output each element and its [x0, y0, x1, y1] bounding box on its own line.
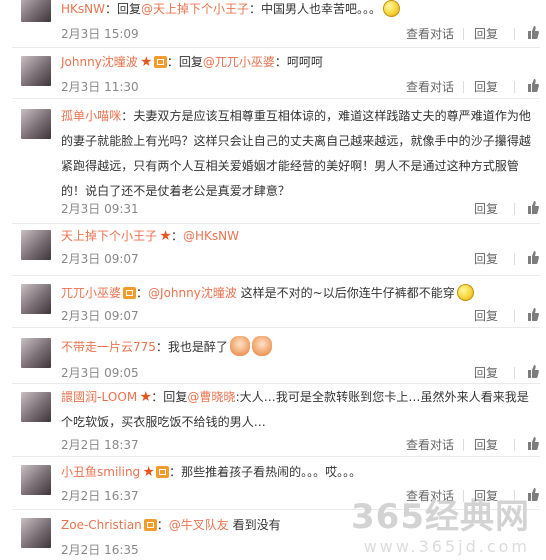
reply-link[interactable]: 回复	[474, 25, 498, 42]
action-divider	[514, 310, 515, 322]
reply-link[interactable]: 回复	[474, 436, 498, 453]
cheers-emoji	[229, 336, 250, 356]
comment-time: 2月3日 09:07	[61, 309, 139, 323]
member-star-icon[interactable]	[140, 391, 152, 402]
comment-username[interactable]: Zoe-Christian	[61, 518, 142, 532]
comment-time: 2月3日 15:09	[61, 27, 139, 41]
thumbs-up-icon[interactable]	[528, 308, 539, 321]
action-divider	[463, 28, 464, 40]
comment-username[interactable]: 譞國润-LOOM	[61, 390, 137, 404]
comment-mention[interactable]: @HKsNW	[183, 229, 239, 243]
action-divider	[514, 28, 515, 40]
avatar[interactable]	[21, 465, 51, 495]
comment-username[interactable]: HKsNW	[61, 2, 105, 16]
action-divider	[514, 253, 515, 265]
comment-username[interactable]: 兀兀小巫婆	[61, 286, 121, 300]
comment-text: ：	[156, 518, 169, 532]
comment-mention[interactable]: @天上掉下个小王子	[141, 2, 249, 16]
comment-text: ：回复	[151, 390, 188, 404]
action-divider	[514, 81, 515, 93]
comment-mention[interactable]: @Johnny沈曈波	[148, 286, 237, 300]
comment-text: ：夫妻双方是应该互相尊重互相体谅的，难道这样践踏丈夫的尊严难道作为他的妻子就能脸…	[61, 109, 531, 198]
avatar[interactable]	[21, 56, 51, 86]
comment-time: 2月3日 09:31	[61, 202, 139, 216]
comment-item: 不带走一片云775：我也是醉了 2月3日 09:05 回复	[0, 328, 546, 383]
view-conversation-link[interactable]: 查看对话	[406, 436, 454, 453]
avatar[interactable]	[21, 0, 51, 22]
comment-time: 2月3日 09:07	[61, 252, 139, 266]
comment-username[interactable]: Johnny沈曈波	[61, 55, 138, 69]
vip-badge-icon[interactable]	[123, 287, 137, 299]
reply-link[interactable]: 回复	[474, 307, 498, 324]
comment-username[interactable]: 小丑鱼smiling	[61, 465, 140, 479]
comment-item: 譞國润-LOOM ：回复@曹晓晓:大人…我可是全款转账到您卡上…虽然外来人看来我是…	[0, 384, 546, 456]
member-star-icon[interactable]	[160, 230, 171, 241]
site-watermark-url: www.365jd.com	[363, 537, 530, 556]
comment-item: 孤单小喵咪：夫妻双方是应该互相尊重互相体谅的，难道这样践踏丈夫的尊严难道作为他的…	[0, 99, 546, 224]
comment-text: ：那些推着孩子看热闹的。。。哎。。。	[169, 465, 362, 479]
vip-badge-icon[interactable]	[153, 56, 167, 68]
comment-text: ：回复	[166, 55, 203, 69]
reply-link[interactable]: 回复	[474, 78, 498, 95]
comment-text-after: ：呵呵呵	[274, 55, 323, 69]
comment-text-after: 看到没有	[228, 518, 281, 532]
action-divider	[463, 81, 464, 93]
comment-text-after: ：中国男人也幸苦吧。。。	[249, 2, 382, 16]
comment-item: 天上掉下个小王子 ：@HKsNW 2月3日 09:07 回复	[0, 224, 546, 274]
thumbs-up-icon[interactable]	[528, 251, 539, 264]
comment-item: 兀兀小巫婆 ：@Johnny沈曈波 这样是不对的~以后你连牛仔裤都不能穿 2月3日…	[0, 276, 546, 326]
comment-text: ：回复	[105, 2, 142, 16]
comment-text-after: 这样是不对的~以后你连牛仔裤都不能穿	[236, 286, 455, 300]
view-conversation-link[interactable]: 查看对话	[406, 78, 454, 95]
comment-time: 2月2日 16:37	[61, 489, 139, 503]
comment-mention[interactable]: @兀兀小巫婆	[203, 55, 275, 69]
vip-badge-icon[interactable]	[156, 466, 170, 478]
comment-item: Johnny沈曈波 ：回复@兀兀小巫婆：呵呵呵 2月3日 11:30 查看对话 回…	[0, 48, 546, 98]
action-divider	[463, 439, 464, 451]
comment-time: 2月3日 09:05	[61, 366, 139, 380]
comment-text: ：	[136, 286, 149, 300]
reply-link[interactable]: 回复	[474, 250, 498, 267]
cheers-emoji	[251, 336, 272, 356]
thumbs-up-icon[interactable]	[528, 201, 539, 214]
site-watermark: 365经典网	[351, 497, 530, 537]
thumbs-up-icon[interactable]	[528, 437, 539, 450]
thumbs-up-icon[interactable]	[528, 365, 539, 378]
avatar[interactable]	[21, 230, 51, 260]
view-conversation-link[interactable]: 查看对话	[406, 25, 454, 42]
vip-badge-icon[interactable]	[143, 519, 157, 531]
thumbs-up-icon[interactable]	[528, 26, 539, 39]
comment-text: ：我也是醉了	[155, 340, 228, 354]
sad-face-emoji	[383, 0, 401, 17]
avatar[interactable]	[21, 518, 51, 548]
comment-mention[interactable]: @牛叉队友	[169, 518, 229, 532]
smile-emoji	[456, 284, 474, 301]
action-divider	[514, 203, 515, 215]
comment-username[interactable]: 孤单小喵咪	[61, 109, 121, 123]
thumbs-up-icon[interactable]	[528, 79, 539, 92]
reply-link[interactable]: 回复	[474, 364, 498, 381]
avatar[interactable]	[21, 392, 51, 422]
member-star-icon[interactable]	[141, 56, 152, 67]
reply-link[interactable]: 回复	[474, 200, 498, 217]
action-divider	[514, 367, 515, 379]
comment-username[interactable]: 不带走一片云775	[61, 340, 156, 354]
avatar[interactable]	[21, 109, 51, 139]
comment-text: ：	[171, 229, 184, 243]
member-star-icon[interactable]	[143, 466, 154, 477]
comment-item: HKsNW：回复@天上掉下个小王子：中国男人也幸苦吧。。。 2月3日 15:09…	[0, 0, 546, 45]
avatar[interactable]	[21, 284, 51, 314]
action-divider	[514, 439, 515, 451]
comment-mention[interactable]: @曹晓晓	[187, 390, 235, 404]
comment-time: 2月3日 11:30	[61, 80, 139, 94]
comment-time: 2月2日 16:35	[61, 543, 139, 557]
comment-username[interactable]: 天上掉下个小王子	[61, 229, 157, 243]
avatar[interactable]	[21, 338, 51, 368]
comment-time: 2月2日 18:37	[61, 438, 139, 452]
